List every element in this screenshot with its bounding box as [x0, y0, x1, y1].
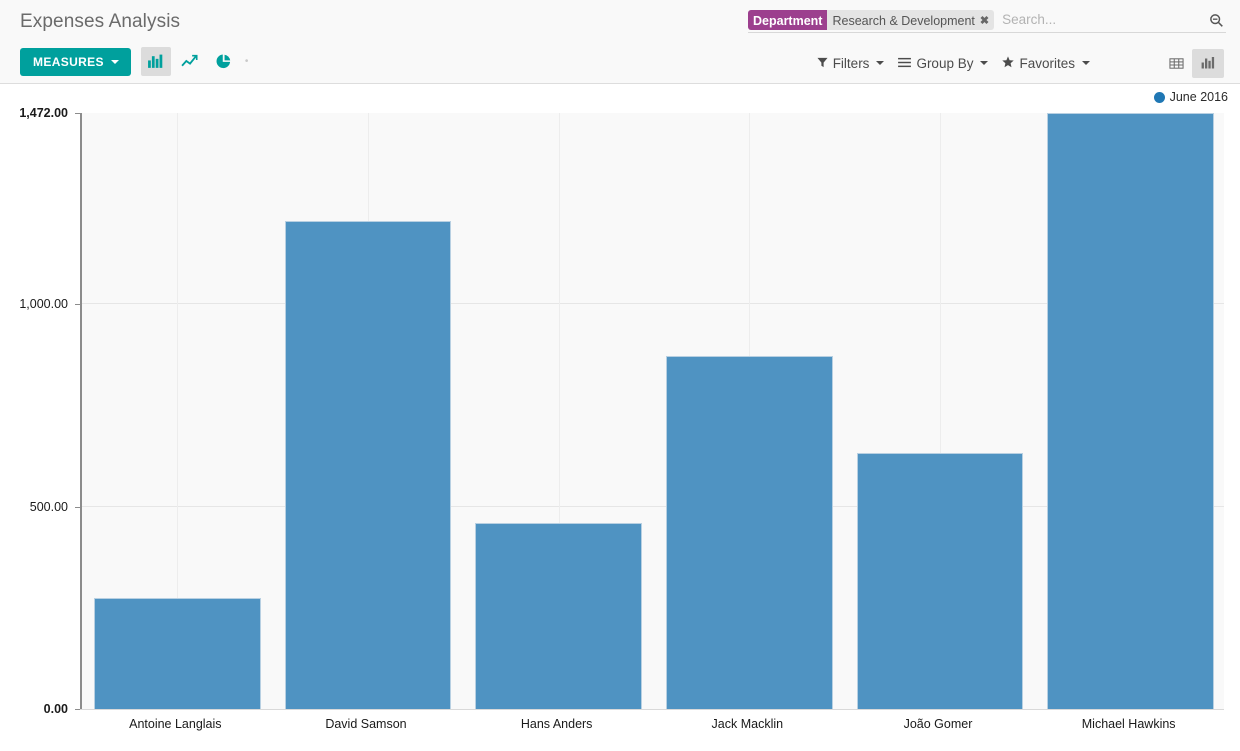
y-axis-tick-mark [75, 709, 80, 710]
group-by-menu-label: Group By [916, 56, 973, 71]
y-axis-tick-label: 1,472.00 [0, 106, 74, 120]
chevron-down-icon [111, 60, 119, 64]
favorites-menu-label: Favorites [1019, 56, 1075, 71]
y-axis-tick-label: 0.00 [0, 702, 74, 716]
control-panel-left: MEASURES [20, 47, 255, 76]
y-axis-tick-mark [75, 304, 80, 305]
measures-button-label: MEASURES [33, 56, 104, 68]
line-chart-icon[interactable] [175, 47, 205, 76]
control-panel: MEASURES [0, 42, 1240, 84]
search-facet-label: Department [748, 10, 827, 30]
bar-chart-icon[interactable] [1192, 49, 1224, 78]
chevron-down-icon [1082, 61, 1090, 65]
legend-color-dot [1154, 92, 1165, 103]
filter-icon [817, 57, 828, 70]
search-menus: Filters Group By [817, 56, 1090, 71]
search-icon[interactable] [1206, 10, 1226, 30]
filters-menu[interactable]: Filters [817, 56, 885, 71]
search-facet-department[interactable]: Department Research & Development ✖ [748, 10, 994, 30]
search-facet-value: Research & Development [832, 12, 974, 30]
x-axis-tick-label: Jack Macklin [652, 717, 843, 731]
star-icon [1002, 56, 1014, 70]
y-axis-tick-label: 500.00 [0, 500, 74, 514]
chart-legend: June 2016 [1154, 90, 1228, 104]
chevron-down-icon [980, 61, 988, 65]
x-axis-tick-label: Hans Anders [461, 717, 652, 731]
measures-button[interactable]: MEASURES [20, 48, 131, 76]
pie-chart-icon[interactable] [209, 47, 239, 76]
page-title: Expenses Analysis [0, 0, 180, 33]
chart-bar[interactable] [1047, 113, 1214, 709]
top-header: Expenses Analysis Department Research & … [0, 0, 1240, 42]
y-axis-tick-mark [75, 113, 80, 114]
toolbar-separator-dot: • [245, 57, 255, 67]
search-facet-value-wrap: Research & Development ✖ [827, 10, 994, 30]
x-axis-tick-label: Michael Hawkins [1033, 717, 1224, 731]
search-input[interactable] [998, 11, 1206, 29]
chart-type-group: • [141, 47, 255, 76]
filters-menu-label: Filters [833, 56, 870, 71]
graph-view: June 2016 0.00 500.00 1,000.00 1,472.00 Ant… [0, 84, 1240, 751]
chevron-down-icon [876, 61, 884, 65]
chart-bar[interactable] [94, 598, 261, 709]
chart-bar[interactable] [857, 453, 1024, 709]
view-switcher [1160, 49, 1224, 78]
chart-bar[interactable] [475, 523, 642, 709]
x-axis-tick-label: David Samson [271, 717, 462, 731]
close-icon[interactable]: ✖ [980, 16, 989, 27]
x-axis-tick-label: Antoine Langlais [80, 717, 271, 731]
y-axis-tick-mark [75, 507, 80, 508]
x-axis-tick-label: João Gomer [843, 717, 1034, 731]
chart-bar[interactable] [285, 221, 452, 709]
y-axis-tick-label: 1,000.00 [0, 297, 74, 311]
table-icon[interactable] [1160, 49, 1192, 78]
favorites-menu[interactable]: Favorites [1002, 56, 1090, 71]
chart-bar[interactable] [666, 356, 833, 709]
search-view: Department Research & Development ✖ [748, 10, 1226, 33]
group-by-menu[interactable]: Group By [898, 56, 988, 71]
bars-icon [898, 57, 911, 70]
control-panel-right: Filters Group By [817, 42, 1224, 84]
x-axis-line [80, 709, 1224, 710]
chart-plot-area [80, 113, 1224, 709]
legend-label: June 2016 [1170, 90, 1228, 104]
bar-chart-icon[interactable] [141, 47, 171, 76]
